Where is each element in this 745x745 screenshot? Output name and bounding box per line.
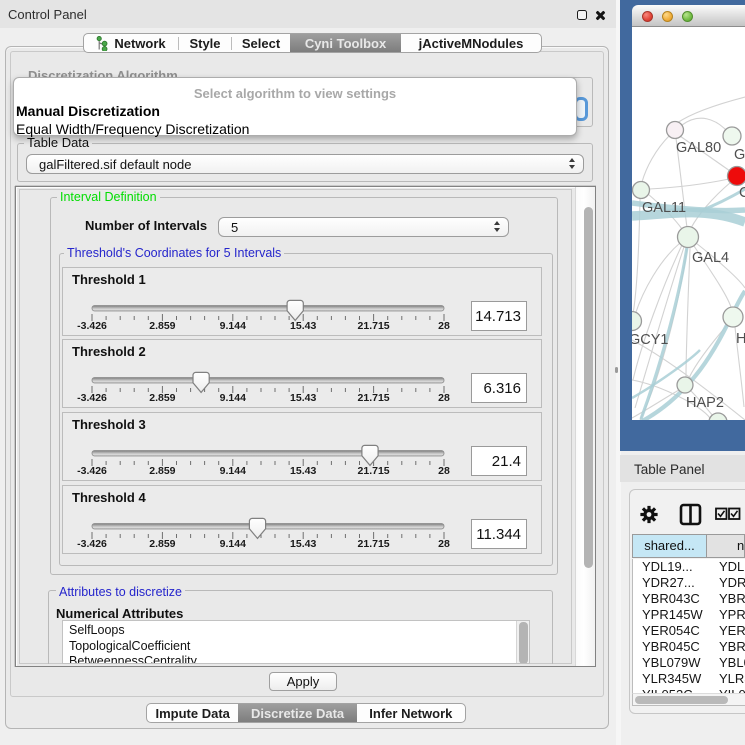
svg-text:21.715: 21.715 <box>358 320 390 332</box>
svg-text:21.715: 21.715 <box>358 538 390 550</box>
svg-text:28: 28 <box>438 320 450 332</box>
svg-text:28: 28 <box>438 465 450 477</box>
svg-text:-3.426: -3.426 <box>77 392 107 404</box>
svg-text:2.859: 2.859 <box>149 465 175 477</box>
svg-text:15.43: 15.43 <box>290 320 316 332</box>
svg-text:GAL11: GAL11 <box>642 200 686 216</box>
svg-text:-3.426: -3.426 <box>77 320 107 332</box>
svg-text:28: 28 <box>438 538 450 550</box>
svg-text:-3.426: -3.426 <box>77 465 107 477</box>
svg-text:HAP2: HAP2 <box>686 395 724 411</box>
svg-text:28: 28 <box>438 392 450 404</box>
svg-text:GCY1: GCY1 <box>632 332 669 348</box>
svg-text:9.144: 9.144 <box>220 465 246 477</box>
svg-text:15.43: 15.43 <box>290 538 316 550</box>
svg-text:GA: GA <box>734 147 745 163</box>
svg-text:H: H <box>736 331 745 347</box>
svg-text:15.43: 15.43 <box>290 465 316 477</box>
svg-text:2.859: 2.859 <box>149 320 175 332</box>
svg-text:21.715: 21.715 <box>358 465 390 477</box>
svg-text:2.859: 2.859 <box>149 538 175 550</box>
svg-text:9.144: 9.144 <box>220 392 246 404</box>
svg-text:9.144: 9.144 <box>220 320 246 332</box>
svg-text:-3.426: -3.426 <box>77 538 107 550</box>
svg-text:21.715: 21.715 <box>358 392 390 404</box>
svg-text:GAL80: GAL80 <box>676 140 721 156</box>
svg-text:9.144: 9.144 <box>220 538 246 550</box>
svg-text:15.43: 15.43 <box>290 392 316 404</box>
svg-text:2.859: 2.859 <box>149 392 175 404</box>
svg-text:C: C <box>739 185 745 201</box>
svg-text:GAL4: GAL4 <box>692 250 729 266</box>
